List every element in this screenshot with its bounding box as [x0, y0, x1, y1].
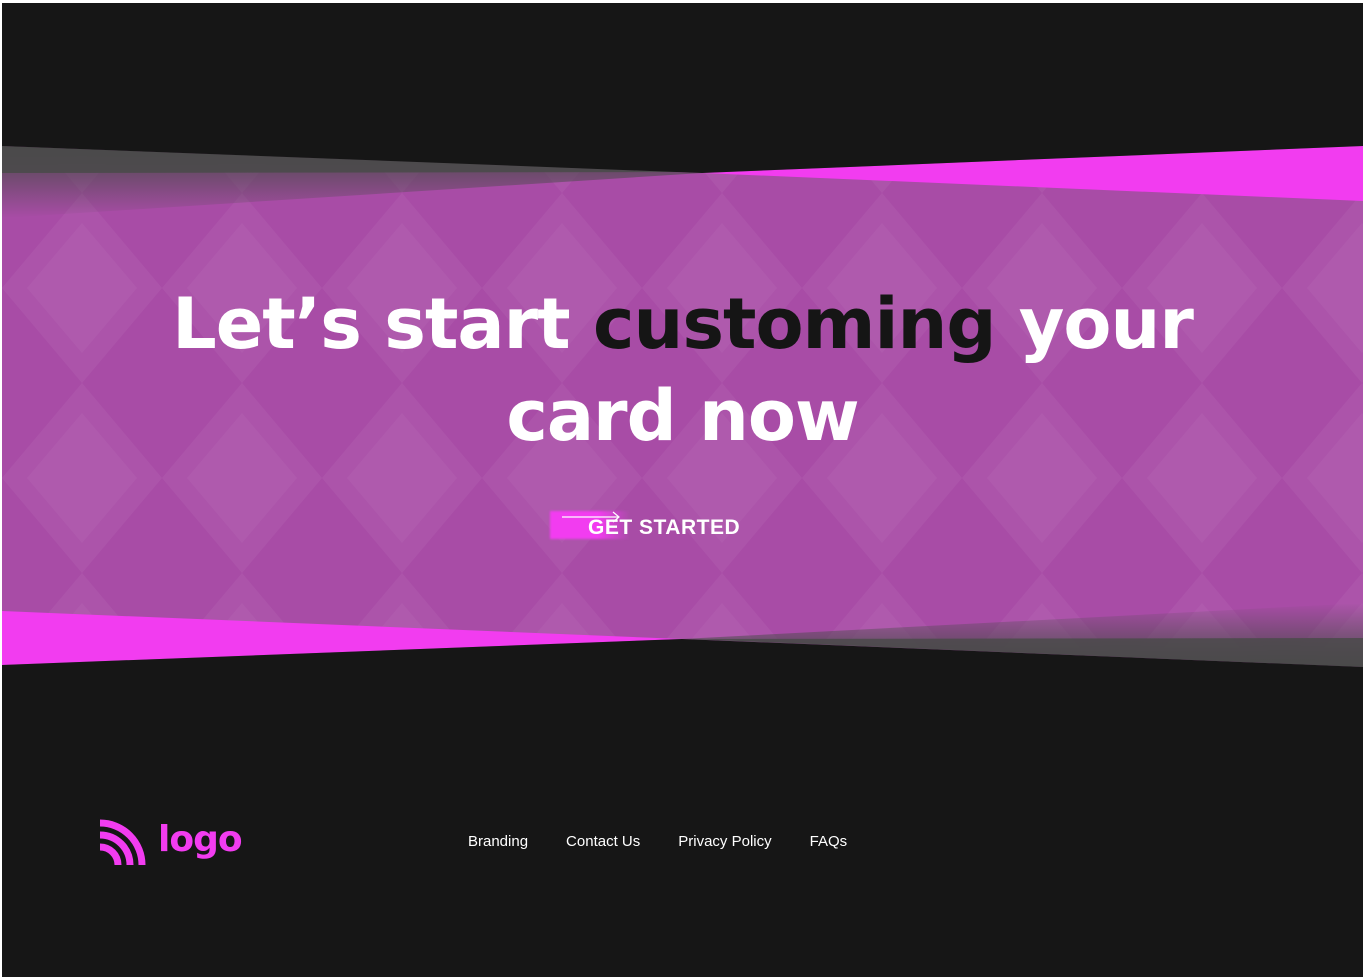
headline-highlight: customing: [593, 283, 996, 365]
page: Let’s start customing your card now GET …: [2, 3, 1363, 977]
footer-link-faqs[interactable]: FAQs: [810, 833, 848, 850]
headline-part1: Let’s start: [172, 283, 593, 365]
footer-link-privacy-policy[interactable]: Privacy Policy: [678, 833, 771, 850]
signal-arcs-icon: [99, 819, 146, 866]
footer: logo Branding Contact Us Privacy Policy …: [2, 803, 1363, 883]
hero-headline: Let’s start customing your card now: [2, 278, 1363, 462]
footer-link-contact-us[interactable]: Contact Us: [566, 833, 640, 850]
footer-link-branding[interactable]: Branding: [468, 833, 528, 850]
logo-text: logo: [158, 818, 243, 860]
headline-line2: card now: [506, 375, 859, 457]
headline-part2: your: [995, 283, 1194, 365]
footer-nav: Branding Contact Us Privacy Policy FAQs: [468, 833, 847, 850]
long-arrow-right-icon: [562, 511, 620, 523]
logo[interactable]: logo: [98, 818, 243, 867]
get-started-button[interactable]: GET STARTED: [550, 510, 820, 546]
